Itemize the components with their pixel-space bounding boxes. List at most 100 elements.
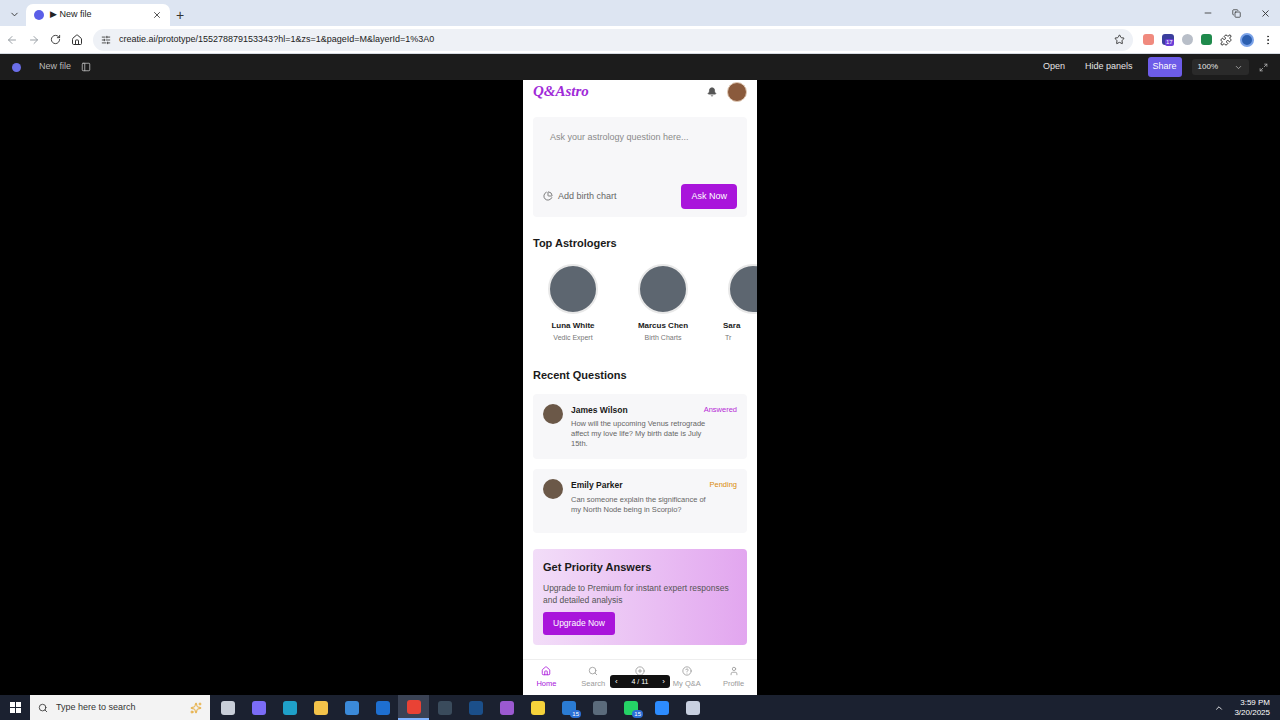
user-avatar[interactable] [727,82,747,102]
nav-label: Home [536,678,556,689]
promo-text: Upgrade to Premium for instant expert re… [543,582,737,606]
address-field[interactable]: creatie.ai/prototype/155278879153343?hl=… [93,29,1133,51]
taskbar-app[interactable] [243,695,274,720]
question-author: Emily Parker [571,479,623,492]
taskbar-app[interactable] [429,695,460,720]
next-button[interactable]: › [662,678,665,686]
menu-icon[interactable] [1262,34,1274,46]
astrologer-list: Luna WhiteVedic ExpertMarcus ChenBirth C… [533,264,757,344]
app-logo[interactable]: Q&Astro [533,84,589,99]
close-icon[interactable] [152,10,162,20]
app-icon [469,701,483,715]
taskbar-app[interactable] [398,695,429,720]
previous-button[interactable]: ‹ [615,678,618,686]
question-item[interactable]: Emily ParkerPendingCan someone explain t… [533,469,747,533]
zoom-value: 100% [1198,61,1218,73]
close-window-button[interactable] [1251,0,1280,26]
fullscreen-icon[interactable] [1259,63,1268,72]
taskbar-search[interactable]: Type here to search [30,695,210,720]
toolbar-button[interactable]: Share [1148,57,1182,77]
app-icon [314,701,328,715]
nav-item[interactable]: Home [523,660,570,695]
bell-icon[interactable] [707,87,717,97]
new-tab-button[interactable]: + [176,8,184,22]
nav-item[interactable]: Profile [710,660,757,695]
browser-tab[interactable]: ▶ New file [26,4,170,26]
taskbar-app[interactable] [646,695,677,720]
home-icon[interactable] [71,34,83,46]
app-icon [593,701,607,715]
taskbar-app[interactable] [584,695,615,720]
screen: ▶ New file + creatie.ai/prototype/15527887… [0,0,1280,720]
taskbar: Type here to search15153:59 PM3/20/2025 [0,695,1280,720]
extension-icon[interactable] [1143,34,1154,45]
taskbar-app[interactable] [336,695,367,720]
astrologer-photo [638,264,688,314]
taskbar-app[interactable] [274,695,305,720]
forward-icon[interactable] [28,34,40,46]
app-icon [376,701,390,715]
astrologer-item[interactable]: Luna WhiteVedic Expert [533,264,613,344]
app-icon [686,701,700,715]
taskbar-app[interactable] [491,695,522,720]
app-icon [531,701,545,715]
ask-now-button[interactable]: Ask Now [681,184,737,210]
toolbar-button[interactable]: Open [1038,57,1070,77]
restore-icon [1232,9,1241,18]
taskbar-apps: 1515 [212,695,708,720]
chevron-down-icon [9,9,20,20]
page-indicator: 4 / 11 [632,678,649,685]
tab-list-button[interactable] [6,3,22,25]
app-badge: 15 [632,710,643,718]
taskbar-app[interactable] [460,695,491,720]
nav-item[interactable]: My Q&A [663,660,710,695]
question-input[interactable]: Ask your astrology question here... [543,131,737,145]
status-badge: Pending [709,479,737,490]
section-title: Top Astrologers [523,235,757,252]
question-item[interactable]: James WilsonAnsweredHow will the upcomin… [533,394,747,460]
toolbar-button[interactable]: Hide panels [1080,57,1138,77]
minimize-button[interactable] [1193,0,1222,26]
taskbar-app[interactable]: 15 [615,695,646,720]
taskbar-app[interactable]: 15 [553,695,584,720]
app-toolbar: New file Open Hide panels Share 100% [0,54,1280,80]
site-info-icon[interactable] [101,35,111,45]
app-logo-icon[interactable] [12,63,21,72]
taskbar-app[interactable] [522,695,553,720]
restore-button[interactable] [1222,0,1251,26]
taskbar-app[interactable] [212,695,243,720]
astrologer-item[interactable]: SaraTr [713,264,757,344]
extensions-icon[interactable] [1220,34,1232,46]
app-icon [283,701,297,715]
tab-title: ▶ New file [50,8,146,22]
back-icon[interactable] [6,34,18,46]
astrologer-item[interactable]: Marcus ChenBirth Charts [623,264,703,344]
file-name[interactable]: New file [39,60,71,74]
nav-label: Search [581,678,605,689]
taskbar-app[interactable] [677,695,708,720]
extension-icon[interactable] [1182,34,1193,45]
tray-icon[interactable] [1214,703,1224,713]
reload-icon[interactable] [50,34,61,45]
close-window-icon [1260,8,1271,19]
clock[interactable]: 3:59 PM3/20/2025 [1234,698,1280,718]
question-author: James Wilson [571,404,628,417]
app-icon [407,700,421,714]
panel-toggle-icon[interactable] [81,62,91,72]
app-icon [500,701,514,715]
bookmark-icon[interactable] [1114,34,1125,45]
question-card: Ask your astrology question here... Add b… [533,117,747,217]
profile-avatar[interactable] [1240,33,1254,47]
upgrade-button[interactable]: Upgrade Now [543,612,615,635]
sparkle-icon [190,702,202,714]
zoom-select[interactable]: 100% [1192,59,1249,75]
extension-icon[interactable] [1201,34,1212,45]
taskbar-app[interactable] [367,695,398,720]
promo-title: Get Priority Answers [543,559,737,576]
add-birth-chart[interactable]: Add birth chart [543,190,617,204]
taskbar-app[interactable] [305,695,336,720]
extension-badge: 17 [1165,39,1174,46]
phone-frame: Q&Astro Ask your astrology question here.… [523,80,757,695]
start-button[interactable] [0,695,30,720]
extension-icon[interactable]: 17 [1162,34,1174,45]
